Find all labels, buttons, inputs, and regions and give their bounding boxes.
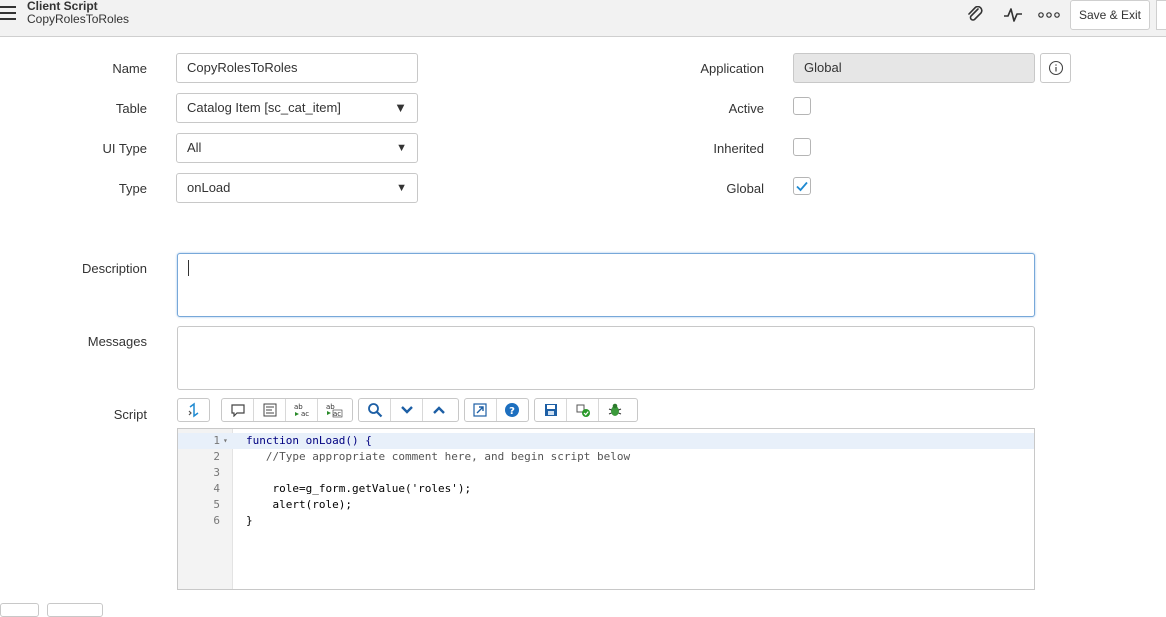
code-line: 6 } xyxy=(178,513,1034,529)
update-button[interactable] xyxy=(0,603,39,617)
inherited-label: Inherited xyxy=(713,141,764,156)
name-input[interactable]: CopyRolesToRoles xyxy=(176,53,418,83)
messages-textarea[interactable] xyxy=(177,326,1035,390)
line-number: 6 xyxy=(213,514,220,527)
global-checkbox[interactable] xyxy=(793,177,811,195)
inherited-checkbox[interactable] xyxy=(793,138,811,156)
fold-arrow-icon[interactable]: ▾ xyxy=(223,433,228,449)
search-icon xyxy=(367,403,382,418)
syntax-toggle-icon xyxy=(188,402,198,418)
search-button[interactable] xyxy=(359,399,391,421)
header-edge-button[interactable] xyxy=(1156,0,1166,30)
replace-button[interactable]: ab ac xyxy=(286,399,318,421)
type-select-value: onLoad xyxy=(187,180,231,195)
code-line: 2 //Type appropriate comment here, and b… xyxy=(178,449,1034,465)
editor-toolbar-group-2: ab ac ab ac xyxy=(221,398,353,422)
script-debugger-button[interactable] xyxy=(567,399,599,421)
active-checkbox[interactable] xyxy=(793,97,811,115)
script-check-icon xyxy=(576,404,590,417)
replace-all-icon: abac xyxy=(326,403,343,418)
ui-type-select-value: All xyxy=(187,140,202,155)
help-button[interactable]: ? xyxy=(497,399,528,421)
form-header: Client Script CopyRolesToRoles Save & Ex… xyxy=(0,0,1166,37)
chevron-up-icon xyxy=(433,406,445,414)
line-number: 2 xyxy=(213,450,220,463)
active-label: Active xyxy=(728,101,764,116)
line-number: 4 xyxy=(213,482,220,495)
chevron-down-icon xyxy=(400,406,413,414)
activity-icon[interactable] xyxy=(1000,4,1026,26)
line-number: 3 xyxy=(213,466,220,479)
info-icon xyxy=(1048,60,1063,76)
comment-icon xyxy=(230,404,245,417)
info-button[interactable] xyxy=(1040,53,1071,83)
replace-all-button[interactable]: ab ac xyxy=(318,399,350,421)
header-subtitle: CopyRolesToRoles xyxy=(27,12,130,26)
description-textarea[interactable] xyxy=(177,253,1035,317)
format-code-button[interactable] xyxy=(254,399,286,421)
code-text: function onLoad() { xyxy=(246,434,372,447)
bug-icon xyxy=(608,403,622,416)
editor-toolbar-group-5 xyxy=(534,398,638,422)
find-next-button[interactable] xyxy=(391,399,423,421)
messages-label: Messages xyxy=(87,334,147,349)
comment-button[interactable] xyxy=(222,399,254,421)
code-text: role=g_form.getValue('roles'); xyxy=(246,482,472,495)
table-select[interactable]: Catalog Item [sc_cat_item] ▼ xyxy=(176,93,418,123)
delete-button[interactable] xyxy=(47,603,103,617)
toggle-syntax-editor-button[interactable] xyxy=(178,399,209,421)
text-cursor xyxy=(188,260,189,276)
editor-toolbar-group-4: ? xyxy=(464,398,529,422)
format-icon xyxy=(263,403,276,417)
chevron-down-icon: ▼ xyxy=(394,100,407,115)
description-label: Description xyxy=(81,261,147,276)
type-select[interactable]: onLoad ▼ xyxy=(176,173,418,203)
more-options-icon[interactable] xyxy=(1036,4,1062,26)
debug-button[interactable] xyxy=(599,399,631,421)
table-label: Table xyxy=(115,101,147,116)
code-text: alert(role); xyxy=(246,498,352,511)
chevron-down-icon: ▼ xyxy=(396,142,407,154)
ui-type-label: UI Type xyxy=(102,141,147,156)
header-title-block: Client Script CopyRolesToRoles xyxy=(27,0,129,26)
script-editor[interactable]: 1 ▾ function onLoad() { 2 //Type appropr… xyxy=(177,428,1035,590)
code-line: 1 ▾ function onLoad() { xyxy=(178,433,1034,449)
chevron-down-icon: ▼ xyxy=(396,182,407,194)
application-label: Application xyxy=(700,61,764,76)
svg-text:ac: ac xyxy=(301,410,309,418)
ui-type-select[interactable]: All ▼ xyxy=(176,133,418,163)
replace-icon: abac xyxy=(294,403,309,418)
checkmark-icon xyxy=(796,181,808,192)
editor-toolbar-group-1 xyxy=(177,398,210,422)
svg-text:?: ? xyxy=(509,406,515,417)
type-label: Type xyxy=(118,181,147,196)
code-line: 4 role=g_form.getValue('roles'); xyxy=(178,481,1034,497)
code-line: 3 xyxy=(178,465,1034,481)
code-line: 5 alert(role); xyxy=(178,497,1034,513)
menu-icon[interactable] xyxy=(0,6,16,20)
code-text: } xyxy=(246,514,253,527)
script-label: Script xyxy=(113,407,147,422)
save-icon xyxy=(544,404,557,416)
line-number: 5 xyxy=(213,498,220,511)
editor-toolbar-group-3 xyxy=(358,398,459,422)
code-text: //Type appropriate comment here, and beg… xyxy=(246,450,631,463)
name-label: Name xyxy=(112,61,147,76)
paperclip-icon[interactable] xyxy=(962,4,988,26)
help-icon: ? xyxy=(505,403,520,417)
table-select-value: Catalog Item [sc_cat_item] xyxy=(187,100,341,115)
find-previous-button[interactable] xyxy=(423,399,455,421)
save-script-button[interactable] xyxy=(535,399,567,421)
expand-icon xyxy=(473,403,487,417)
line-number: 1 xyxy=(213,434,220,447)
save-exit-button[interactable]: Save & Exit xyxy=(1070,0,1150,30)
global-label: Global xyxy=(726,181,764,196)
application-field: Global xyxy=(793,53,1035,83)
fullscreen-button[interactable] xyxy=(465,399,497,421)
